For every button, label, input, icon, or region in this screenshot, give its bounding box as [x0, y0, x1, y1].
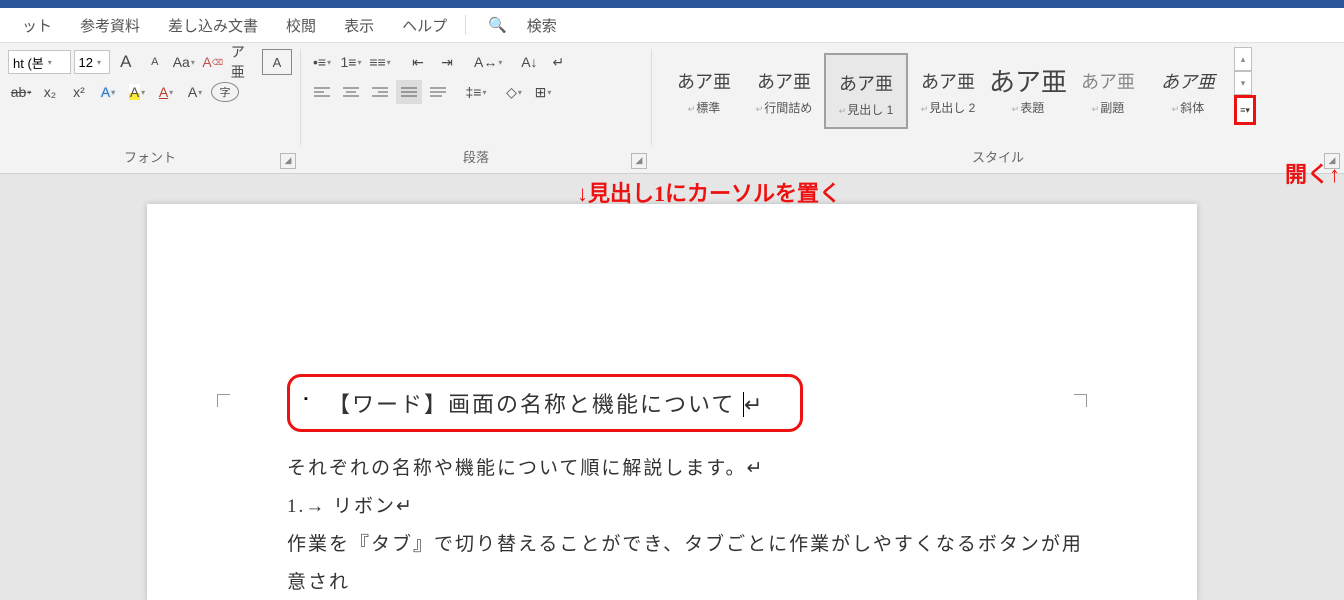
tab-references[interactable]: 参考資料: [66, 15, 154, 36]
document-area: ↓見出し1にカーソルを置く 【ワード】画面の名称と機能について ↵ それぞれの名…: [0, 174, 1344, 600]
styles-gallery: あア亜 標準 あア亜 行間詰め あア亜 見出し 1 あア亜 見出し 2 あア亜: [660, 47, 1232, 135]
body-paragraph-1[interactable]: それぞれの名称や機能について順に解説します。↵: [287, 450, 1097, 488]
group-font: ht (본 12 A A Aa A⌫ ア亜 A ab x₂ x² A A A A…: [0, 43, 300, 173]
font-dialog-launcher[interactable]: ◢: [280, 153, 296, 169]
highlight-button[interactable]: A: [124, 80, 150, 104]
ruler-right-marker: [1074, 394, 1087, 407]
style-heading1[interactable]: あア亜 見出し 1: [824, 53, 908, 129]
style-subtitle[interactable]: あア亜 副題: [1068, 53, 1148, 125]
ruler-left-marker: [217, 394, 230, 407]
font-color-button[interactable]: A: [153, 80, 179, 104]
style-italic[interactable]: あア亜 斜体: [1148, 53, 1228, 125]
shading-button[interactable]: ◇: [501, 80, 527, 104]
search-input[interactable]: 検索: [513, 15, 571, 36]
tab-cut[interactable]: ット: [8, 15, 66, 36]
decrease-indent-button[interactable]: ⇤: [405, 50, 431, 74]
heading1-highlight: 【ワード】画面の名称と機能について ↵: [287, 374, 803, 432]
heading1-text[interactable]: 【ワード】画面の名称と機能について ↵: [328, 392, 764, 417]
search-icon: 🔍: [488, 16, 507, 34]
page[interactable]: ↓見出し1にカーソルを置く 【ワード】画面の名称と機能について ↵ それぞれの名…: [147, 204, 1197, 600]
grow-font-button[interactable]: A: [113, 50, 139, 74]
line-spacing-button[interactable]: ‡≡: [463, 80, 489, 104]
multilevel-button[interactable]: ≡≡: [367, 50, 393, 74]
align-distribute-button[interactable]: [425, 80, 451, 104]
styles-gallery-nav: ▴ ▾ ≡▾: [1234, 47, 1252, 125]
tab-view[interactable]: 表示: [330, 15, 388, 36]
bullets-button[interactable]: •≡: [309, 50, 335, 74]
group-font-label: フォント: [0, 147, 300, 173]
shrink-font-button[interactable]: A: [142, 50, 168, 74]
numbering-button[interactable]: 1≡: [338, 50, 364, 74]
superscript-button[interactable]: x²: [66, 80, 92, 104]
ribbon-tabs: ット 参考資料 差し込み文書 校閲 表示 ヘルプ 🔍 検索: [0, 8, 1344, 43]
align-left-button[interactable]: [309, 80, 335, 104]
font-size-combo[interactable]: 12: [74, 50, 110, 74]
strikethrough-button[interactable]: ab: [8, 80, 34, 104]
style-title[interactable]: あア亜 表題: [988, 53, 1068, 125]
annotation-open: 開く↑: [1285, 157, 1340, 189]
body-list-item-1[interactable]: 1.→ リボン↵: [287, 488, 1097, 526]
styles-scroll-down[interactable]: ▾: [1234, 71, 1252, 95]
enclose-char-button[interactable]: 字: [211, 82, 239, 102]
ribbon: ht (본 12 A A Aa A⌫ ア亜 A ab x₂ x² A A A A…: [0, 43, 1344, 174]
group-styles-label: スタイル: [652, 147, 1344, 173]
tab-review[interactable]: 校閲: [272, 15, 330, 36]
annotation-cursor: ↓見出し1にカーソルを置く: [577, 176, 841, 208]
char-shading-button[interactable]: A: [182, 80, 208, 104]
text-effects-button[interactable]: A: [95, 80, 121, 104]
clear-format-button[interactable]: A⌫: [200, 50, 226, 74]
style-nospacing[interactable]: あア亜 行間詰め: [744, 53, 824, 125]
body-paragraph-2a[interactable]: 作業を『タブ』で切り替えることができ、タブごとに作業がしやすくなるボタンが用意さ…: [287, 526, 1097, 600]
group-paragraph-label: 段落: [301, 147, 651, 173]
style-heading2[interactable]: あア亜 見出し 2: [908, 53, 988, 125]
change-case-button[interactable]: Aa: [171, 50, 197, 74]
styles-more-button[interactable]: ≡▾: [1234, 95, 1256, 125]
show-marks-button[interactable]: ↵: [545, 50, 571, 74]
style-normal[interactable]: あア亜 標準: [664, 53, 744, 125]
tab-help[interactable]: ヘルプ: [388, 15, 461, 36]
tab-separator: [465, 15, 466, 35]
paragraph-dialog-launcher[interactable]: ◢: [631, 153, 647, 169]
align-center-button[interactable]: [338, 80, 364, 104]
sort-button[interactable]: A↓: [516, 50, 542, 74]
tab-mailings[interactable]: 差し込み文書: [154, 15, 272, 36]
align-right-button[interactable]: [367, 80, 393, 104]
title-bar: [0, 0, 1344, 8]
asian-layout-button[interactable]: A↔: [472, 50, 504, 74]
borders-button[interactable]: ⊞: [530, 80, 556, 104]
group-styles: あア亜 標準 あア亜 行間詰め あア亜 見出し 1 あア亜 見出し 2 あア亜: [652, 43, 1344, 173]
subscript-button[interactable]: x₂: [37, 80, 63, 104]
font-name-combo[interactable]: ht (본: [8, 50, 71, 74]
phonetic-guide-button[interactable]: ア亜: [229, 50, 259, 74]
align-justify-button[interactable]: [396, 80, 422, 104]
styles-scroll-up[interactable]: ▴: [1234, 47, 1252, 71]
char-border-button[interactable]: A: [262, 49, 292, 75]
increase-indent-button[interactable]: ⇥: [434, 50, 460, 74]
group-paragraph: •≡ 1≡ ≡≡ ⇤ ⇥ A↔ A↓ ↵: [301, 43, 651, 173]
